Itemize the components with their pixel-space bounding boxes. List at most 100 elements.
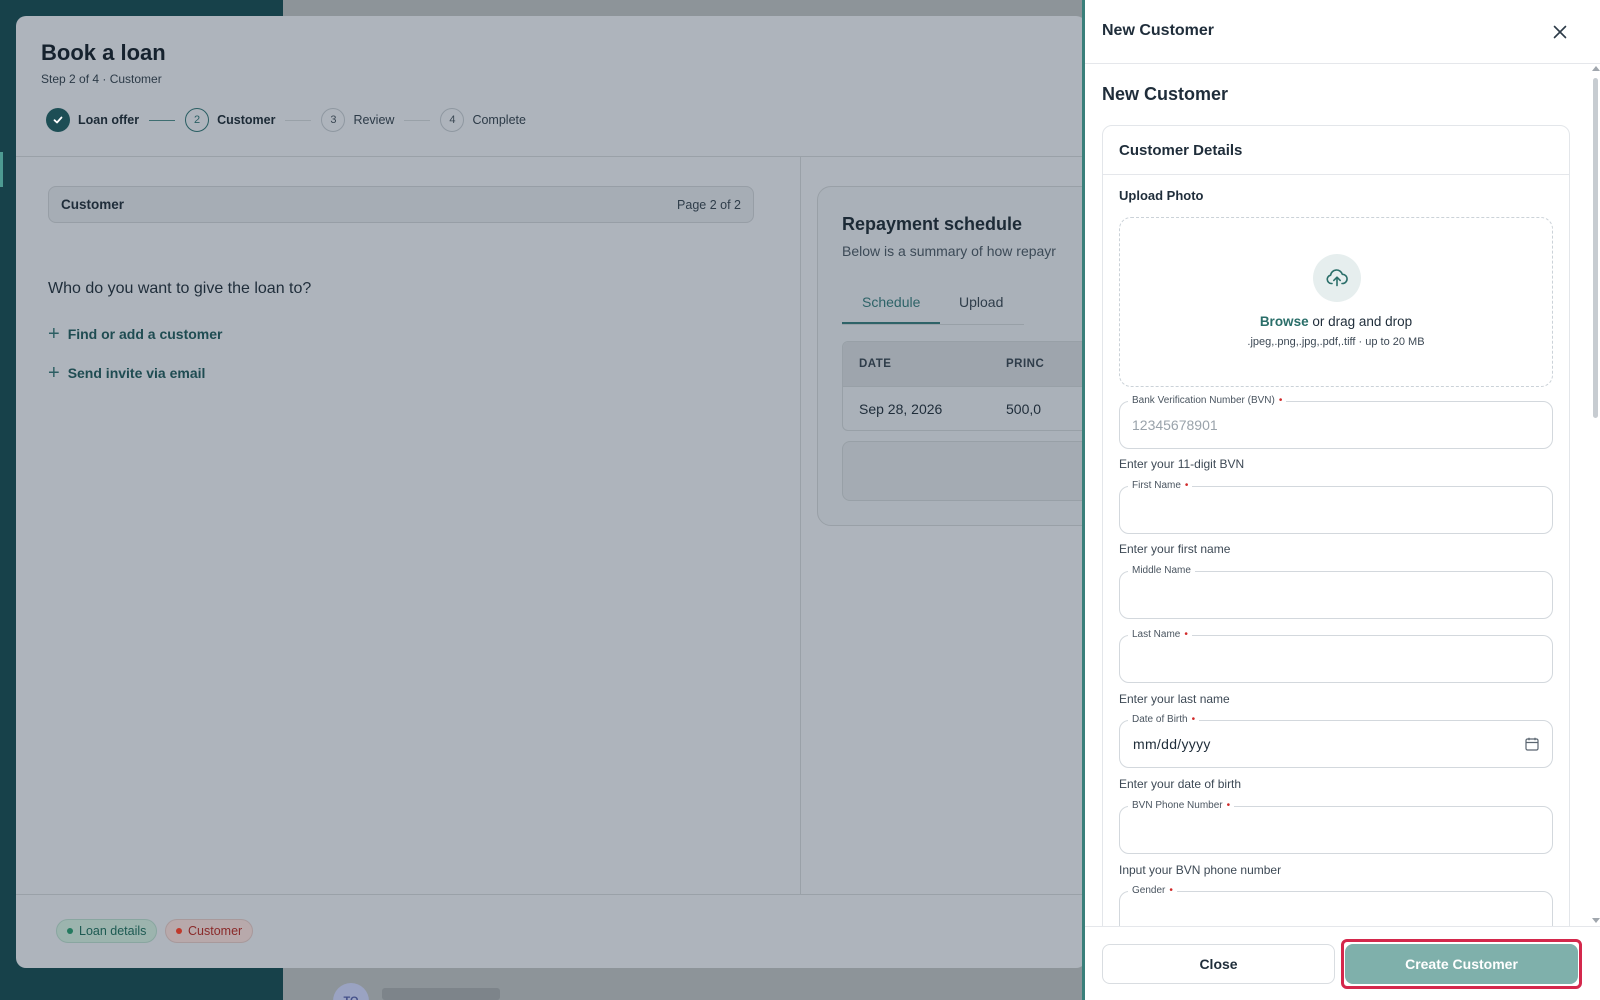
customer-question: Who do you want to give the loan to? <box>48 280 312 297</box>
last-name-helper: Enter your last name <box>1119 692 1230 706</box>
bvn-field[interactable]: Bank Verification Number (BVN) • <box>1119 395 1553 449</box>
card-subtitle: Below is a summary of how repayr <box>842 243 1056 259</box>
plus-icon: + <box>48 323 60 345</box>
field-label-text: Gender <box>1132 885 1166 896</box>
section-title: Customer <box>61 197 125 212</box>
status-dot <box>67 928 73 934</box>
step-label: Loan offer <box>78 113 140 127</box>
file-type-hint: .jpeg,.png,.jpg,.pdf,.tiff · up to 20 MB <box>1247 336 1425 348</box>
modal-title: Book a loan <box>41 40 166 65</box>
drop-text: or drag and drop <box>1308 314 1413 329</box>
step-label: Complete <box>472 113 526 127</box>
form-heading: New Customer <box>1102 84 1229 104</box>
column-divider <box>800 156 801 894</box>
required-marker: • <box>1169 885 1173 896</box>
scroll-up-arrow[interactable] <box>1592 66 1600 71</box>
browse-link[interactable]: Browse <box>1260 314 1309 329</box>
status-badge-loan-details: Loan details <box>56 919 158 943</box>
badge-label: Loan details <box>79 924 147 938</box>
card-title: Customer Details <box>1119 142 1243 159</box>
repayment-tabs: Schedule Upload <box>842 287 1024 325</box>
drawer-title: New Customer <box>1102 22 1215 39</box>
close-icon[interactable] <box>1545 17 1575 47</box>
dropzone-text: Browse or drag and drop <box>1120 314 1552 329</box>
photo-dropzone[interactable]: Browse or drag and drop .jpeg,.png,.jpg,… <box>1119 217 1553 387</box>
date-of-birth-helper: Enter your date of birth <box>1119 777 1242 791</box>
summary-box <box>842 441 1086 501</box>
drawer-body[interactable]: New Customer Customer Details Upload Pho… <box>1085 64 1600 926</box>
step-connector <box>285 119 312 121</box>
bvn-phone-field[interactable]: BVN Phone Number • <box>1119 800 1553 854</box>
bvn-input[interactable] <box>1132 402 1512 448</box>
divider <box>16 894 1086 895</box>
required-marker: • <box>1191 714 1196 725</box>
status-badge-customer: Customer <box>165 919 254 943</box>
scroll-down-arrow[interactable] <box>1592 918 1600 923</box>
sidebar-active-indicator <box>0 152 3 187</box>
bvn-phone-input[interactable] <box>1132 807 1512 853</box>
step-label: Review <box>353 113 395 127</box>
card-title: Repayment schedule <box>842 214 1023 234</box>
badge-label: Customer <box>188 924 243 938</box>
repayment-schedule-card: Repayment schedule Below is a summary of… <box>817 186 1086 526</box>
middle-name-field[interactable]: Middle Name <box>1119 565 1553 619</box>
step-number: 2 <box>185 108 210 132</box>
drawer-header: New Customer <box>1085 0 1600 64</box>
column-header: DATE <box>859 358 892 370</box>
last-name-input[interactable] <box>1132 636 1512 682</box>
check-icon <box>46 108 70 132</box>
step-connector <box>149 119 176 121</box>
find-customer-link[interactable]: + Find or add a customer <box>48 324 223 344</box>
close-button[interactable]: Close <box>1102 944 1335 984</box>
step-complete[interactable]: 4 Complete <box>440 108 526 132</box>
first-name-input[interactable] <box>1132 487 1512 533</box>
link-label: Find or add a customer <box>67 326 223 342</box>
field-label-text: Date of Birth <box>1132 714 1188 725</box>
active-tab-indicator <box>842 322 940 324</box>
step-number: 4 <box>440 108 465 132</box>
upload-photo-label: Upload Photo <box>1119 188 1204 203</box>
field-label: Gender • <box>1128 885 1177 896</box>
tab-upload[interactable]: Upload <box>959 294 1003 310</box>
step-label: Customer <box>217 113 276 127</box>
upload-cloud-icon <box>1313 254 1361 302</box>
gender-select[interactable]: Gender • <box>1119 885 1553 926</box>
step-connector <box>404 119 431 121</box>
list-item-placeholder <box>382 988 500 1000</box>
book-loan-modal: Book a loan Step 2 of 4 · Customer Loan … <box>16 16 1086 968</box>
status-dot <box>176 928 182 934</box>
first-name-field[interactable]: First Name • <box>1119 480 1553 534</box>
tab-schedule[interactable]: Schedule <box>862 294 920 310</box>
step-loan-offer[interactable]: Loan offer <box>46 108 139 132</box>
date-input-value[interactable]: mm/dd/yyyy <box>1133 736 1211 752</box>
step-customer[interactable]: 2 Customer <box>185 108 275 132</box>
table-cell: 500,0 <box>1006 401 1042 417</box>
customer-details-card: Customer Details Upload Photo Browse or … <box>1102 125 1570 926</box>
stepper: Loan offer 2 Customer 3 Review 4 Complet… <box>46 108 526 132</box>
last-name-field[interactable]: Last Name • <box>1119 629 1553 683</box>
bvn-phone-helper: Input your BVN phone number <box>1119 863 1282 877</box>
first-name-helper: Enter your first name <box>1119 542 1231 556</box>
table-header: DATE PRINC <box>843 342 1086 386</box>
new-customer-drawer: New Customer New Customer Customer Detai… <box>1082 0 1600 1000</box>
create-customer-button[interactable]: Create Customer <box>1345 944 1578 984</box>
step-number: 3 <box>321 108 346 132</box>
table-cell: Sep 28, 2026 <box>859 401 943 417</box>
link-label: Send invite via email <box>67 365 206 381</box>
bvn-helper: Enter your 11-digit BVN <box>1119 457 1245 471</box>
repayment-table: DATE PRINC Sep 28, 2026 500,0 <box>842 341 1086 431</box>
scrollbar-thumb[interactable] <box>1593 78 1598 418</box>
divider <box>1103 174 1569 175</box>
plus-icon: + <box>48 362 60 384</box>
modal-subtitle: Step 2 of 4 · Customer <box>41 72 162 86</box>
calendar-icon[interactable] <box>1524 736 1540 752</box>
customer-section-header: Customer Page 2 of 2 <box>48 186 754 223</box>
divider <box>16 156 1086 157</box>
date-of-birth-field[interactable]: Date of Birth • mm/dd/yyyy <box>1119 714 1553 768</box>
step-review[interactable]: 3 Review <box>321 108 394 132</box>
field-label: Date of Birth • <box>1128 714 1200 725</box>
page-indicator: Page 2 of 2 <box>677 197 741 212</box>
middle-name-input[interactable] <box>1132 572 1512 618</box>
send-invite-link[interactable]: + Send invite via email <box>48 363 205 383</box>
table-row: Sep 28, 2026 500,0 <box>843 386 1086 430</box>
